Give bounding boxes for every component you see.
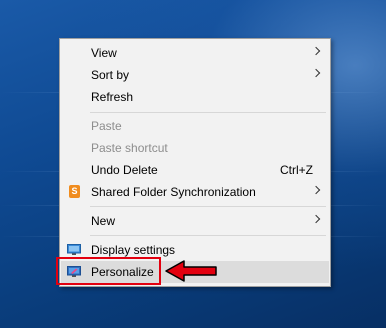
chevron-right-icon bbox=[311, 68, 321, 78]
menu-item-label: Paste bbox=[91, 119, 122, 133]
menu-item-label: View bbox=[91, 46, 117, 60]
menu-item-shortcut: Ctrl+Z bbox=[280, 163, 313, 177]
menu-item-paste: Paste bbox=[61, 115, 329, 137]
menu-item-label: Paste shortcut bbox=[91, 141, 168, 155]
menu-separator bbox=[90, 206, 326, 207]
chevron-right-icon bbox=[311, 46, 321, 56]
highlight-box bbox=[56, 257, 161, 285]
menu-item-refresh[interactable]: Refresh bbox=[61, 86, 329, 108]
menu-separator bbox=[90, 112, 326, 113]
menu-separator bbox=[90, 235, 326, 236]
menu-item-label: Shared Folder Synchronization bbox=[91, 185, 256, 199]
menu-item-label: Refresh bbox=[91, 90, 134, 104]
display-icon bbox=[67, 244, 81, 255]
menu-item-new[interactable]: New bbox=[61, 210, 329, 232]
menu-item-undo-delete[interactable]: Undo Delete Ctrl+Z bbox=[61, 159, 329, 181]
chevron-right-icon bbox=[311, 185, 321, 195]
menu-item-label: New bbox=[91, 214, 116, 228]
sync-icon: S bbox=[69, 185, 80, 198]
menu-item-label: Sort by bbox=[91, 68, 130, 82]
menu-item-label: Undo Delete bbox=[91, 163, 158, 177]
menu-item-sort-by[interactable]: Sort by bbox=[61, 64, 329, 86]
red-arrow-pointer-icon bbox=[165, 260, 217, 282]
menu-item-paste-shortcut: Paste shortcut bbox=[61, 137, 329, 159]
desktop-context-menu: View Sort by Refresh Paste Paste shortcu… bbox=[59, 38, 331, 287]
menu-item-view[interactable]: View bbox=[61, 42, 329, 64]
menu-item-shared-folder-sync[interactable]: S Shared Folder Synchronization bbox=[61, 181, 329, 203]
chevron-right-icon bbox=[311, 214, 321, 224]
